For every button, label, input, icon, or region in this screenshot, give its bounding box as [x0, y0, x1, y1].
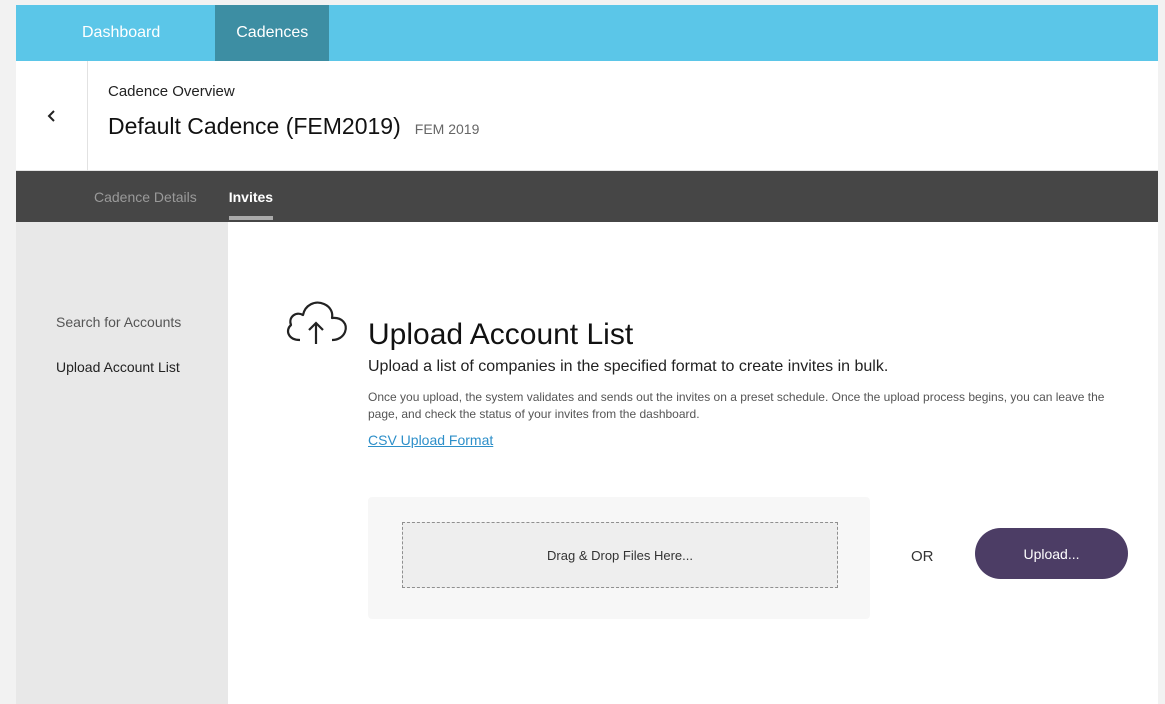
page-overline: Cadence Overview — [108, 83, 235, 100]
drop-panel: Drag & Drop Files Here... — [368, 497, 870, 619]
upload-description: Once you upload, the system validates an… — [368, 390, 1105, 421]
tab-dashboard[interactable]: Dashboard — [16, 5, 215, 61]
sub-navigation: Cadence Details Invites — [16, 171, 1158, 222]
tab-invites[interactable]: Invites — [228, 171, 274, 222]
app-frame: Dashboard Cadences Cadence Overview Defa… — [16, 5, 1158, 704]
chevron-left-icon — [47, 110, 55, 122]
cloud-upload-icon — [286, 301, 347, 344]
or-separator: OR — [911, 548, 934, 565]
tab-cadences[interactable]: Cadences — [215, 5, 330, 61]
page-subtitle: FEM 2019 — [414, 121, 480, 137]
top-navigation: Dashboard Cadences — [16, 5, 1158, 61]
page-title: Default Cadence (FEM2019) — [108, 113, 401, 139]
drag-drop-zone[interactable]: Drag & Drop Files Here... — [402, 522, 838, 588]
main-content: Upload Account List Upload a list of com… — [228, 222, 1158, 704]
sidebar: Search for Accounts Upload Account List — [16, 222, 228, 704]
upload-button[interactable]: Upload... — [975, 528, 1128, 579]
page-header: Cadence Overview Default Cadence (FEM201… — [16, 61, 1158, 171]
sidebar-item-search-accounts[interactable]: Search for Accounts — [56, 314, 181, 330]
sidebar-item-upload-account-list[interactable]: Upload Account List — [56, 359, 180, 375]
back-button[interactable] — [16, 61, 88, 171]
csv-upload-format-link[interactable]: CSV Upload Format — [368, 432, 493, 448]
tab-cadence-details[interactable]: Cadence Details — [94, 171, 197, 222]
upload-lead: Upload a list of companies in the specif… — [368, 358, 889, 375]
upload-heading: Upload Account List — [368, 318, 634, 351]
title-row: Default Cadence (FEM2019) FEM 2019 — [108, 113, 479, 140]
